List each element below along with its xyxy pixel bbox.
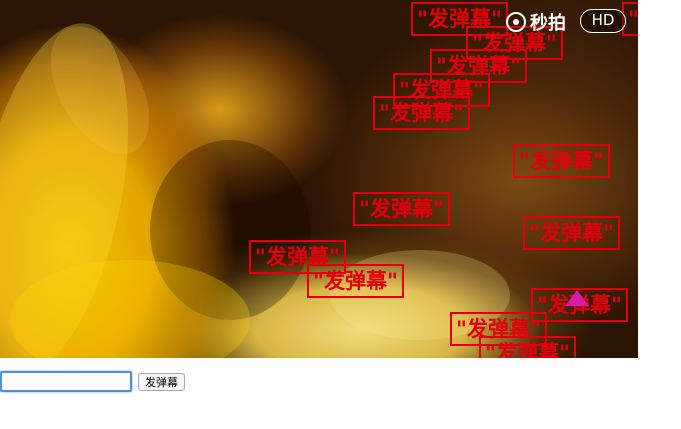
danmaku-comment: "发弹幕" [353,192,450,226]
miaopai-eye-icon [506,12,526,32]
quality-hd-button[interactable]: HD [580,9,626,33]
danmaku-comment: "发弹幕" [513,144,610,178]
danmaku-comment: "发弹幕" [373,96,470,130]
triangle-watermark-icon [548,290,606,334]
send-danmaku-button[interactable]: 发弹幕 [138,372,185,391]
danmaku-comment: "发弹幕" [523,216,620,250]
danmaku-comment: "发弹幕" [307,264,404,298]
logo-text: 秒拍 [530,13,566,34]
miaopai-logo: 秒拍 [506,10,566,34]
video-player[interactable]: "发弹幕" "发弹幕" "发弹幕" "发弹幕" "发弹幕" "发弹幕" "发弹幕… [0,0,638,358]
danmaku-controls: 发弹幕 [0,371,185,392]
danmaku-input[interactable] [0,371,132,392]
danmaku-comment: "发弹幕" [479,336,576,358]
